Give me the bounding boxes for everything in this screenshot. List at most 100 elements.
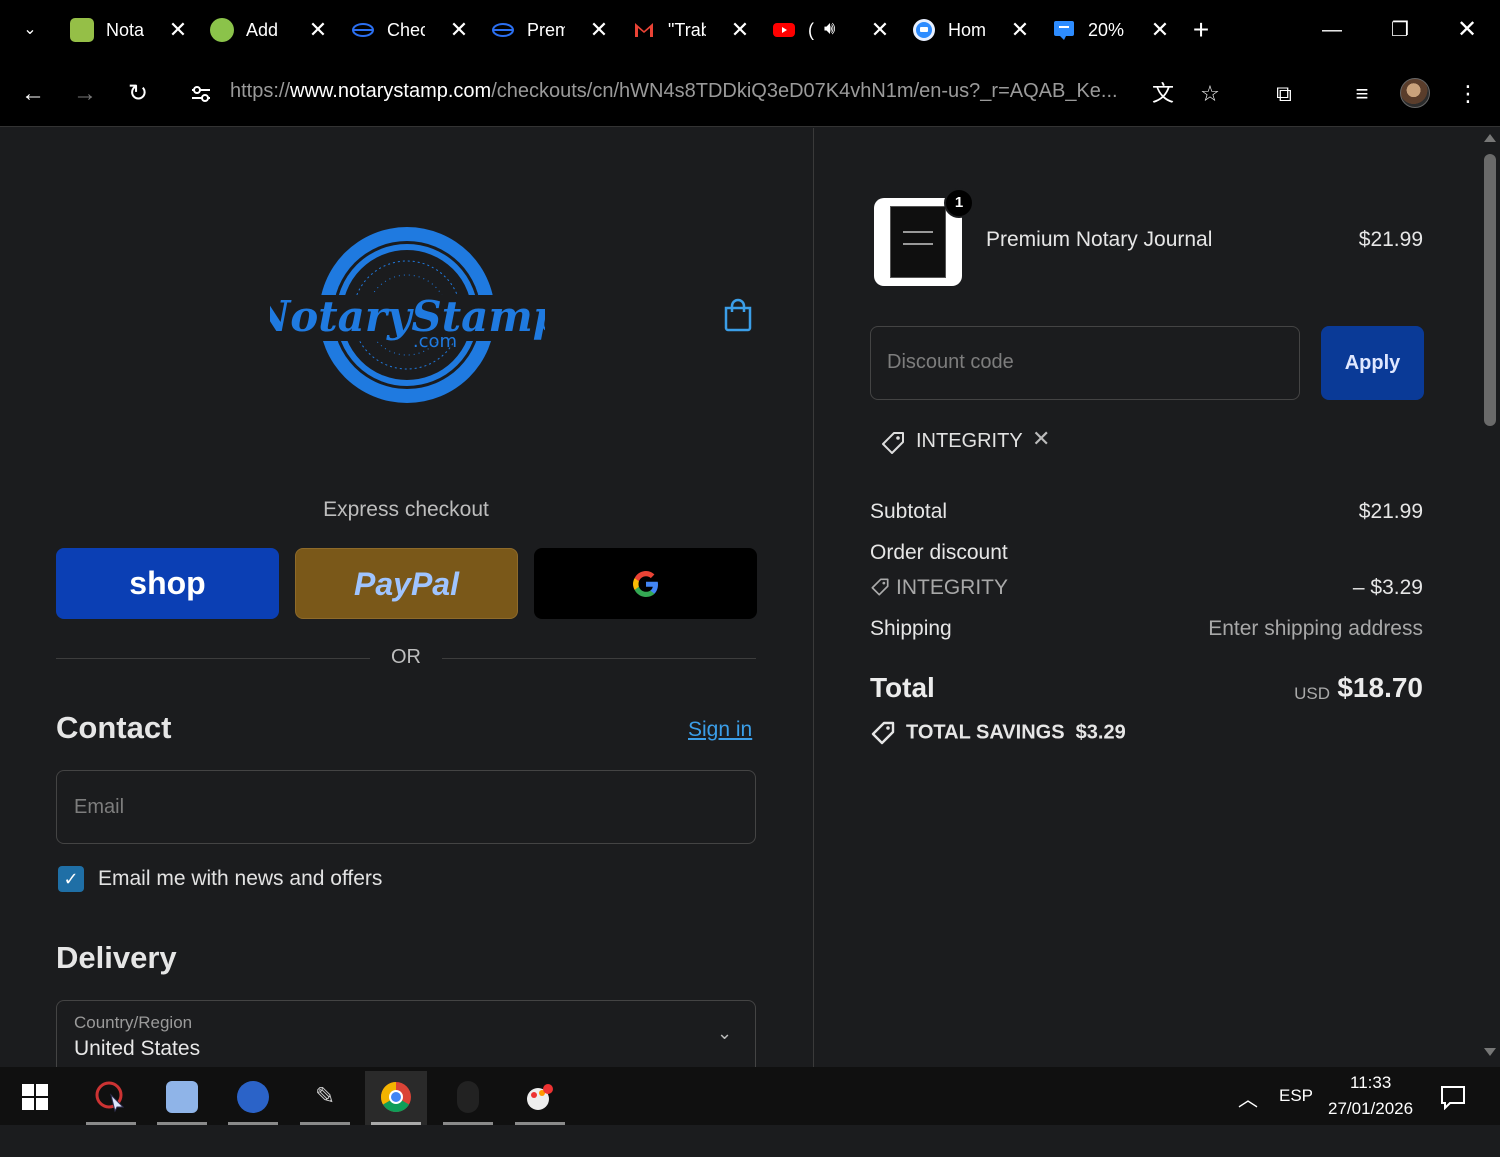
bookmark-star-icon[interactable]: ☆ [1192,76,1228,112]
subtotal-label: Subtotal [870,500,948,523]
quantity-badge: 1 [944,188,974,218]
windows-start-icon[interactable] [22,1084,48,1110]
media-control-icon[interactable]: ≡ [1344,76,1380,112]
email-placeholder: Email [74,796,125,818]
tab-close-icon[interactable]: ✕ [587,14,611,46]
notarystamp-logo[interactable]: NotaryStamp .com [270,223,545,408]
extensions-icon[interactable]: ⧉ [1266,76,1302,112]
express-checkout-title: Express checkout [323,498,489,521]
country-label: Country/Region [74,1013,193,1032]
tag-icon [882,432,904,454]
taskbar-chrome[interactable] [365,1071,427,1125]
taskbar-paint-app[interactable] [509,1071,571,1125]
shop-pay-label: shop [129,565,206,601]
taskbar-pointer-app[interactable] [222,1071,284,1125]
windows-taskbar: ✎ ︿ ESP 11:33 27/01/2026 [0,1067,1500,1125]
discount-value: – $3.29 [1352,576,1423,599]
taskbar-mouse-app[interactable] [437,1071,499,1125]
profile-avatar[interactable] [1400,78,1430,108]
tab-gmail[interactable]: "Trab ✕ [624,10,762,50]
tab-label: Nota [106,20,144,40]
country-value: United States [74,1037,201,1060]
total-label: Total [870,672,935,703]
language-indicator[interactable]: ESP [1279,1086,1313,1144]
tab-add[interactable]: Add ✕ [202,10,340,50]
scroll-up-arrow[interactable] [1484,134,1496,142]
product-price: $21.99 [1358,228,1423,251]
show-hidden-icons-chevron-icon[interactable]: ︿ [1238,1083,1258,1141]
taskbar-tool-app[interactable]: ✎ [294,1071,356,1125]
tab-youtube[interactable]: ( 🔊︎ ✕ [764,10,902,50]
tab-close-icon[interactable]: ✕ [1148,14,1172,46]
reload-button[interactable]: ↻ [120,76,156,112]
restore-button[interactable]: ❐ [1380,12,1420,48]
tab-close-icon[interactable]: ✕ [868,14,892,46]
forward-button[interactable]: → [67,76,103,112]
tab-close-icon[interactable]: ✕ [1008,14,1032,46]
scrollbar-thumb[interactable] [1484,154,1496,426]
paypal-label: PayPal [354,566,459,602]
tab-checkout[interactable]: Chec ✕ [343,10,481,50]
translate-icon[interactable]: 文 [1145,76,1181,112]
tag-icon [871,578,889,596]
page-scrollbar[interactable] [1480,128,1500,1067]
shop-pay-button[interactable]: shop [56,548,279,619]
chrome-icon [380,1082,411,1113]
savings-value: $3.29 [1075,721,1126,744]
contact-heading: Contact [56,710,172,745]
minimize-button[interactable]: — [1312,12,1352,48]
tab-close-icon[interactable]: ✕ [166,14,190,46]
tab-notarystamp[interactable]: Nota ✕ [62,10,200,50]
or-separator: OR [391,646,421,668]
tab-search-chevron-icon[interactable]: ⌄ [12,18,48,42]
taskbar-cursor-app[interactable] [80,1071,142,1125]
discount-code-input[interactable]: Discount code [870,326,1300,400]
url-path: /checkouts/cn/hWN4s8TDDkiQ3eD07K4vhN1m/e… [491,80,1118,102]
paypal-button[interactable]: PayPal [295,548,518,619]
close-window-button[interactable]: ✕ [1447,12,1487,48]
order-discount-label: Order discount [870,541,1008,564]
taskbar-contacts-app[interactable] [151,1071,213,1125]
clock-date[interactable]: 27/01/2026 [1328,1099,1413,1157]
palette-icon [527,1084,553,1110]
delivery-heading: Delivery [56,940,177,975]
sign-in-link[interactable]: Sign in [688,718,752,742]
tab-bar: ⌄ Nota ✕ Add ✕ Chec ✕ Prem ✕ "Trab ✕ ( 🔊… [0,0,1500,60]
back-button[interactable]: ← [15,76,51,112]
tab-label: Hom [948,20,986,40]
tab-close-icon[interactable]: ✕ [447,14,471,46]
apply-button[interactable]: Apply [1321,326,1424,400]
tab-close-icon[interactable]: ✕ [728,14,752,46]
url-field[interactable]: https://www.notarystamp.com/checkouts/cn… [230,80,1140,103]
tab-premium[interactable]: Prem ✕ [483,10,621,50]
menu-kebab-icon[interactable]: ⋮ [1450,76,1486,112]
journal-image [890,206,946,278]
scroll-down-arrow[interactable] [1484,1048,1496,1056]
chat-icon [913,19,935,41]
logo-wordmark: NotaryStamp [270,292,545,341]
tab-label: ( [808,20,814,40]
discount-placeholder: Discount code [887,351,1014,373]
newsletter-checkbox[interactable]: ✓ [58,866,84,892]
remove-discount-icon[interactable]: ✕ [1032,426,1050,452]
email-field[interactable]: Email [56,770,756,844]
total-value: $18.70 [1337,672,1423,703]
new-tab-button[interactable]: + [1186,14,1216,46]
product-name: Premium Notary Journal [986,228,1213,251]
globe-icon [492,23,514,37]
site-settings-icon[interactable] [189,82,213,106]
cursor-app-icon [95,1081,125,1113]
globe-icon [352,23,374,37]
notifications-icon[interactable] [1440,1084,1466,1110]
shopping-bag-icon[interactable] [722,298,754,332]
tab-discount[interactable]: 20% ✕ [1044,10,1182,50]
chat-icon [1054,21,1074,40]
tool-icon: ✎ [314,1083,336,1110]
logo-suffix: .com [413,331,457,352]
discount-code-row: INTEGRITY [870,576,1008,600]
divider [56,658,370,659]
speaker-icon[interactable]: 🔊︎ [824,18,835,39]
tab-home[interactable]: Hom ✕ [904,10,1042,50]
google-pay-button[interactable] [534,548,757,619]
tab-close-icon[interactable]: ✕ [306,14,330,46]
